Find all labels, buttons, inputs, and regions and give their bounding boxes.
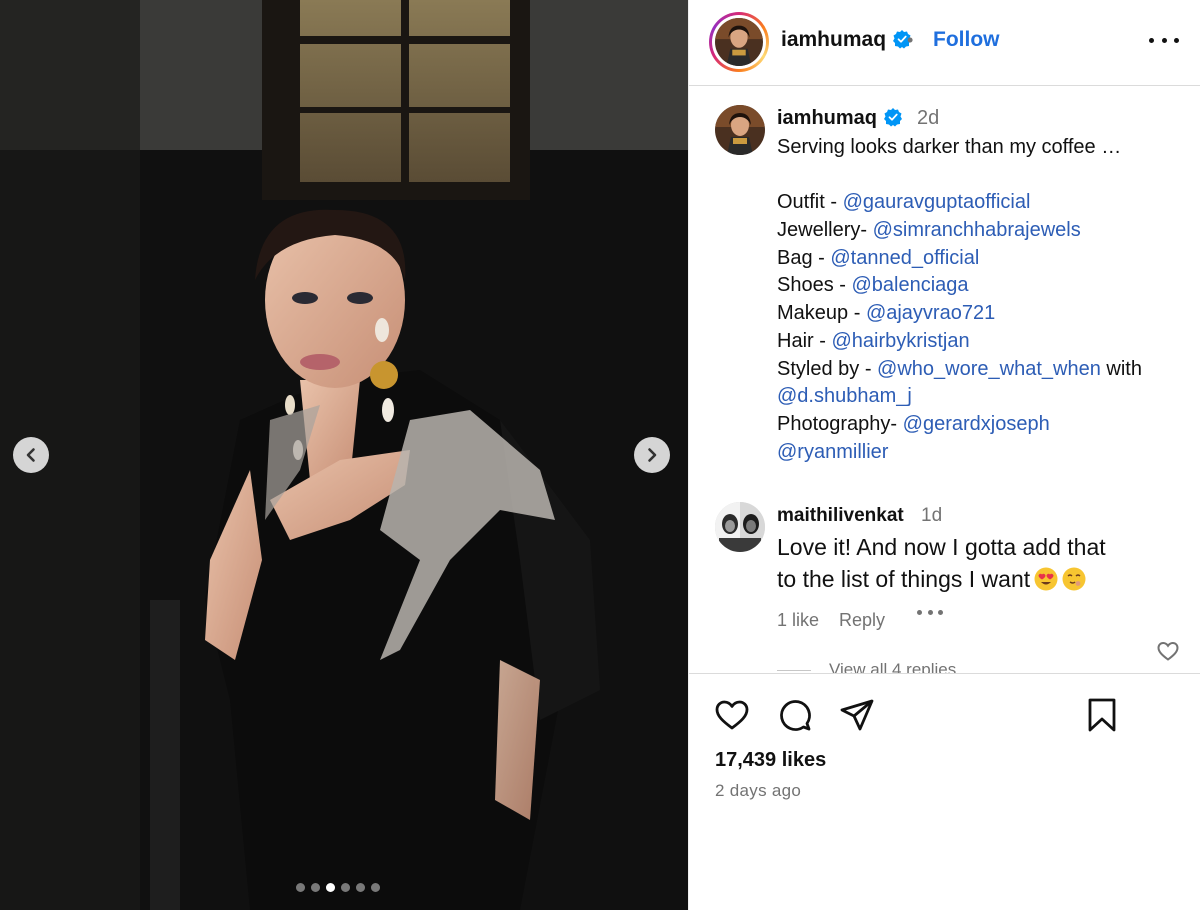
comment-avatar[interactable] [715, 502, 765, 552]
comment-line-text: to the list of things I want [777, 566, 1031, 592]
mention-link[interactable]: @who_wore_what_when [877, 358, 1101, 380]
mention-link[interactable]: @hairbykristjan [831, 330, 969, 352]
header-username[interactable]: iamhumaq [781, 28, 912, 52]
view-replies-button[interactable]: View all 4 replies [777, 660, 956, 673]
comment-options-button[interactable] [917, 605, 943, 619]
header-separator: • [907, 30, 914, 50]
caption-credit-photo-2: @ryanmillier [777, 439, 1187, 467]
mention-link[interactable]: @ryanmillier [777, 441, 888, 463]
comment-text: Love it! And now I gotta add that to the… [777, 531, 1157, 595]
mention-link[interactable]: @gerardxjoseph [903, 413, 1050, 435]
post-side-panel: iamhumaq • Follow iamhumaq 2d Serving lo… [688, 0, 1200, 910]
dot [938, 609, 943, 615]
caption-credit-styled-2: @d.shubham_j [777, 383, 1187, 411]
carousel-next-button[interactable] [634, 437, 670, 473]
mention-link[interactable]: @d.shubham_j [777, 385, 912, 407]
more-options-button[interactable] [1149, 30, 1179, 50]
caption-intro: Serving looks darker than my coffee … [777, 136, 1122, 158]
caption-credit-line: Hair - @hairbykristjan [777, 328, 1187, 356]
caption-credit-line: Outfit - @gauravguptaofficial [777, 189, 1187, 217]
caption-timestamp[interactable]: 2d [917, 107, 939, 130]
dot [1161, 37, 1167, 43]
caption-credit-styled: Styled by - @who_wore_what_when with [777, 356, 1187, 384]
like-heart-icon[interactable] [713, 696, 751, 734]
caption-credit-line: Jewellery- @simranchhabrajewels [777, 217, 1187, 245]
comments-section[interactable]: iamhumaq 2d Serving looks darker than my… [689, 87, 1200, 673]
verified-badge-icon [884, 108, 903, 127]
mention-link[interactable]: @ajayvrao721 [866, 302, 995, 324]
post-photo [0, 0, 688, 910]
carousel-indicator [296, 883, 380, 892]
credit-label: Hair - [777, 329, 832, 352]
dot [1174, 37, 1179, 43]
credit-label: Outfit - [777, 191, 843, 214]
credit-label: Bag - [777, 246, 831, 269]
caption-avatar[interactable] [715, 105, 765, 155]
comment-line-2: to the list of things I want [777, 563, 1157, 595]
caption-credit-line: Bag - @tanned_official [777, 245, 1187, 273]
caption-text: Serving looks darker than my coffee … Ou… [777, 134, 1187, 466]
credit-with-text: with [1100, 357, 1142, 380]
post-actions: 17,439 likes 2 days ago [689, 673, 1200, 910]
carousel-dot [296, 883, 305, 892]
post-media-carousel[interactable] [0, 0, 688, 910]
header-username-text[interactable]: iamhumaq [781, 28, 886, 51]
mention-link[interactable]: @tanned_official [830, 247, 979, 269]
comment-like-count[interactable]: 1 like [777, 610, 837, 631]
credit-label: Photography- [777, 412, 903, 435]
comment-reply-button[interactable]: Reply [839, 610, 885, 631]
credit-label: Styled by - [777, 357, 878, 380]
mention-link[interactable]: @simranchhabrajewels [873, 219, 1081, 241]
avatar [715, 18, 763, 66]
heart-eyes-emoji-icon [1034, 567, 1058, 591]
carousel-prev-button[interactable] [13, 437, 49, 473]
comment-line: Love it! And now I gotta add that [777, 534, 1106, 560]
caption-credit-line: Makeup - @ajayvrao721 [777, 300, 1187, 328]
comment-bubble-icon[interactable] [776, 696, 814, 734]
credit-label: Jewellery- [777, 219, 873, 242]
credit-label: Shoes - [777, 274, 852, 297]
caption-username[interactable]: iamhumaq [777, 107, 903, 130]
smirk-emoji-icon [1062, 567, 1086, 591]
share-paper-plane-icon[interactable] [838, 696, 876, 734]
caption-credit-photo: Photography- @gerardxjoseph [777, 411, 1187, 439]
dot [1149, 37, 1154, 43]
dot [917, 609, 922, 615]
comment-timestamp[interactable]: 1d [921, 505, 942, 527]
post-header: iamhumaq • Follow [689, 0, 1200, 86]
carousel-dot [356, 883, 365, 892]
carousel-dot [371, 883, 380, 892]
carousel-dot [341, 883, 350, 892]
save-bookmark-icon[interactable] [1083, 696, 1121, 734]
carousel-dot [311, 883, 320, 892]
credit-label: Makeup - [777, 302, 866, 325]
mention-link[interactable]: @gauravguptaofficial [843, 191, 1031, 213]
story-ring[interactable] [709, 12, 769, 72]
view-replies-text[interactable]: View all 4 replies [829, 660, 956, 673]
caption-username-text[interactable]: iamhumaq [777, 107, 877, 129]
dot [927, 609, 933, 615]
comment-username[interactable]: maithilivenkat [777, 505, 904, 527]
carousel-dot-active [326, 883, 335, 892]
follow-button[interactable]: Follow [933, 28, 1000, 52]
mention-link[interactable]: @balenciaga [851, 274, 968, 296]
like-count[interactable]: 17,439 likes [715, 749, 826, 772]
chevron-left-icon [26, 448, 35, 462]
caption-credit-line: Shoes - @balenciaga [777, 272, 1187, 300]
post-timestamp[interactable]: 2 days ago [715, 781, 801, 801]
replies-divider [777, 670, 811, 672]
comment-meta: 1 like Reply [777, 610, 885, 631]
chevron-right-icon [648, 448, 657, 462]
comment-like-heart-icon[interactable] [1155, 639, 1181, 663]
